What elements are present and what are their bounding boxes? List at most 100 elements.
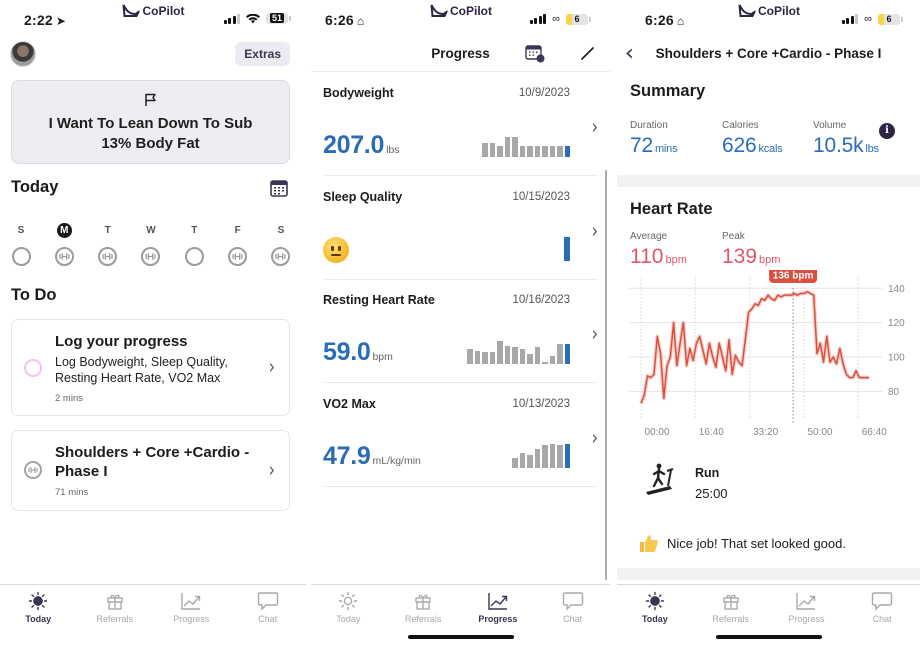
- tab-bar: Today Referrals Progress Chat: [0, 584, 306, 636]
- week-day[interactable]: M: [53, 223, 75, 266]
- metric-row[interactable]: Resting Heart Rate 10/16/2023 59.0 bpm ›: [323, 280, 598, 383]
- sparkline-bar: [504, 346, 510, 364]
- metric-sparkline: [512, 443, 570, 468]
- sparkline-bar: [497, 341, 503, 364]
- sparkline-bar: [519, 146, 525, 157]
- todo-heading: To Do: [11, 286, 57, 304]
- edit-pencil-icon[interactable]: [580, 45, 596, 61]
- tab-chat[interactable]: Chat: [844, 585, 920, 646]
- week-day[interactable]: T: [97, 223, 119, 266]
- sparkline-bar: [527, 146, 533, 157]
- info-icon[interactable]: i: [879, 123, 895, 139]
- sun-icon: [0, 591, 77, 611]
- todo-log-progress[interactable]: Log your progress Log Bodyweight, Sleep …: [11, 319, 290, 416]
- home-indicator[interactable]: [715, 635, 822, 639]
- signal-icon: [841, 14, 859, 24]
- home-indicator[interactable]: [407, 635, 514, 639]
- week-day[interactable]: S: [10, 223, 32, 266]
- day-label: F: [234, 225, 241, 236]
- status-bar: 6:26 ⌂ CoPilot ∞ 6: [311, 0, 610, 38]
- sparkline-bar: [564, 443, 570, 468]
- y-tick-label: 120: [888, 318, 905, 329]
- flag-icon: [144, 93, 156, 106]
- tab-today[interactable]: Today: [617, 585, 693, 646]
- week-strip: SMTWTFS: [10, 223, 292, 266]
- sparkline-bar: [557, 344, 563, 364]
- dumbbell-icon: [271, 247, 291, 266]
- tab-chat[interactable]: Chat: [535, 585, 610, 646]
- battery-icon: 6: [878, 13, 903, 25]
- sparkline-bar: [512, 458, 518, 468]
- chat-bubble-icon: [230, 591, 307, 611]
- todo-title: Log your progress: [55, 333, 188, 350]
- copilot-bird-icon: [430, 4, 447, 17]
- sparkline-bar: [467, 349, 473, 364]
- tab-progress[interactable]: Progress: [153, 585, 230, 636]
- chevron-right-icon: ›: [268, 457, 275, 482]
- copilot-bird-icon: [738, 4, 755, 17]
- tab-referrals[interactable]: Referrals: [77, 585, 154, 636]
- calendar-history-icon[interactable]: [525, 45, 545, 63]
- week-day[interactable]: W: [140, 223, 162, 266]
- heart-rate-line: [640, 290, 870, 404]
- sparkline-bar: [542, 445, 548, 468]
- exercise-row[interactable]: Run 25:00: [642, 462, 728, 503]
- chevron-right-icon: ›: [591, 217, 598, 243]
- week-day[interactable]: T: [183, 223, 205, 266]
- section-divider: [617, 175, 920, 187]
- metric-date: 10/16/2023: [512, 294, 570, 306]
- thumbs-up-icon: [640, 535, 658, 552]
- week-day[interactable]: F: [227, 223, 249, 266]
- y-tick-label: 100: [888, 353, 905, 364]
- todo-duration: 71 mins: [55, 487, 89, 498]
- week-day[interactable]: S: [270, 223, 292, 266]
- metric-sparkline: [482, 133, 570, 157]
- tab-today[interactable]: Today: [0, 585, 77, 636]
- stat-calories: Calories 626 kcals: [722, 120, 783, 157]
- metric-row[interactable]: Bodyweight 10/9/2023 207.0 lbs ›: [323, 73, 598, 176]
- sparkline-bar: [482, 352, 488, 364]
- dumbbell-icon: [54, 247, 74, 266]
- day-label: W: [146, 225, 156, 236]
- metric-row[interactable]: Sleep Quality 10/15/2023 ›: [323, 177, 598, 280]
- todo-workout[interactable]: Shoulders + Core +Cardio - Phase I 71 mi…: [11, 430, 290, 511]
- metric-name: Resting Heart Rate: [323, 293, 435, 307]
- gift-icon: [386, 591, 461, 611]
- calendar-icon[interactable]: [270, 180, 288, 197]
- day-label: S: [277, 225, 285, 236]
- sparkline-bar: [534, 346, 540, 364]
- x-tick-label: 16:40: [699, 427, 724, 438]
- goal-card[interactable]: I Want To Lean Down To Sub 13% Body Fat: [11, 80, 290, 164]
- todo-title: Shoulders + Core +Cardio - Phase I: [55, 444, 250, 480]
- chat-bubble-icon: [844, 591, 920, 611]
- metric-name: Bodyweight: [323, 86, 394, 100]
- signal-icon: [529, 14, 547, 24]
- exercise-name: Run: [695, 466, 720, 480]
- extras-button[interactable]: Extras: [235, 42, 290, 66]
- metric-unit: lbs: [386, 144, 400, 156]
- tab-today[interactable]: Today: [311, 585, 386, 646]
- sun-icon: [617, 591, 693, 611]
- exercise-time: 25:00: [695, 486, 728, 501]
- sparkline-bar: [534, 146, 540, 157]
- goal-text: I Want To Lean Down To Sub 13% Body Fat: [48, 115, 253, 152]
- tab-chat[interactable]: Chat: [230, 585, 307, 636]
- avatar[interactable]: [10, 41, 36, 67]
- day-label: T: [104, 225, 111, 236]
- x-tick-label: 66:40: [862, 427, 887, 438]
- sparkline-bar: [519, 349, 525, 364]
- metric-name: VO2 Max: [323, 396, 376, 411]
- page-title: Shoulders + Core +Cardio - Phase I: [655, 46, 882, 61]
- metric-row[interactable]: VO2 Max 10/13/2023 47.9 mL/kg/min ›: [323, 384, 598, 487]
- heart-rate-chart[interactable]: 80 100 120 140 00:00 16:40 33:20 50:00 66:40 136 …: [617, 270, 920, 440]
- todo-subtitle: Log Bodyweight, Sleep Quality, Resting H…: [55, 355, 228, 385]
- metric-unit: mL/kg/min: [372, 454, 421, 467]
- dumbbell-icon: [24, 461, 42, 479]
- metric-value: 207.0 lbs: [323, 131, 400, 159]
- chevron-right-icon: ›: [268, 354, 275, 379]
- scrollbar[interactable]: [605, 170, 607, 580]
- y-tick-label: 80: [888, 387, 900, 398]
- sparkline-bar: [564, 344, 570, 364]
- treadmill-icon: [646, 463, 674, 495]
- neutral-face-emoji-icon: [323, 236, 349, 263]
